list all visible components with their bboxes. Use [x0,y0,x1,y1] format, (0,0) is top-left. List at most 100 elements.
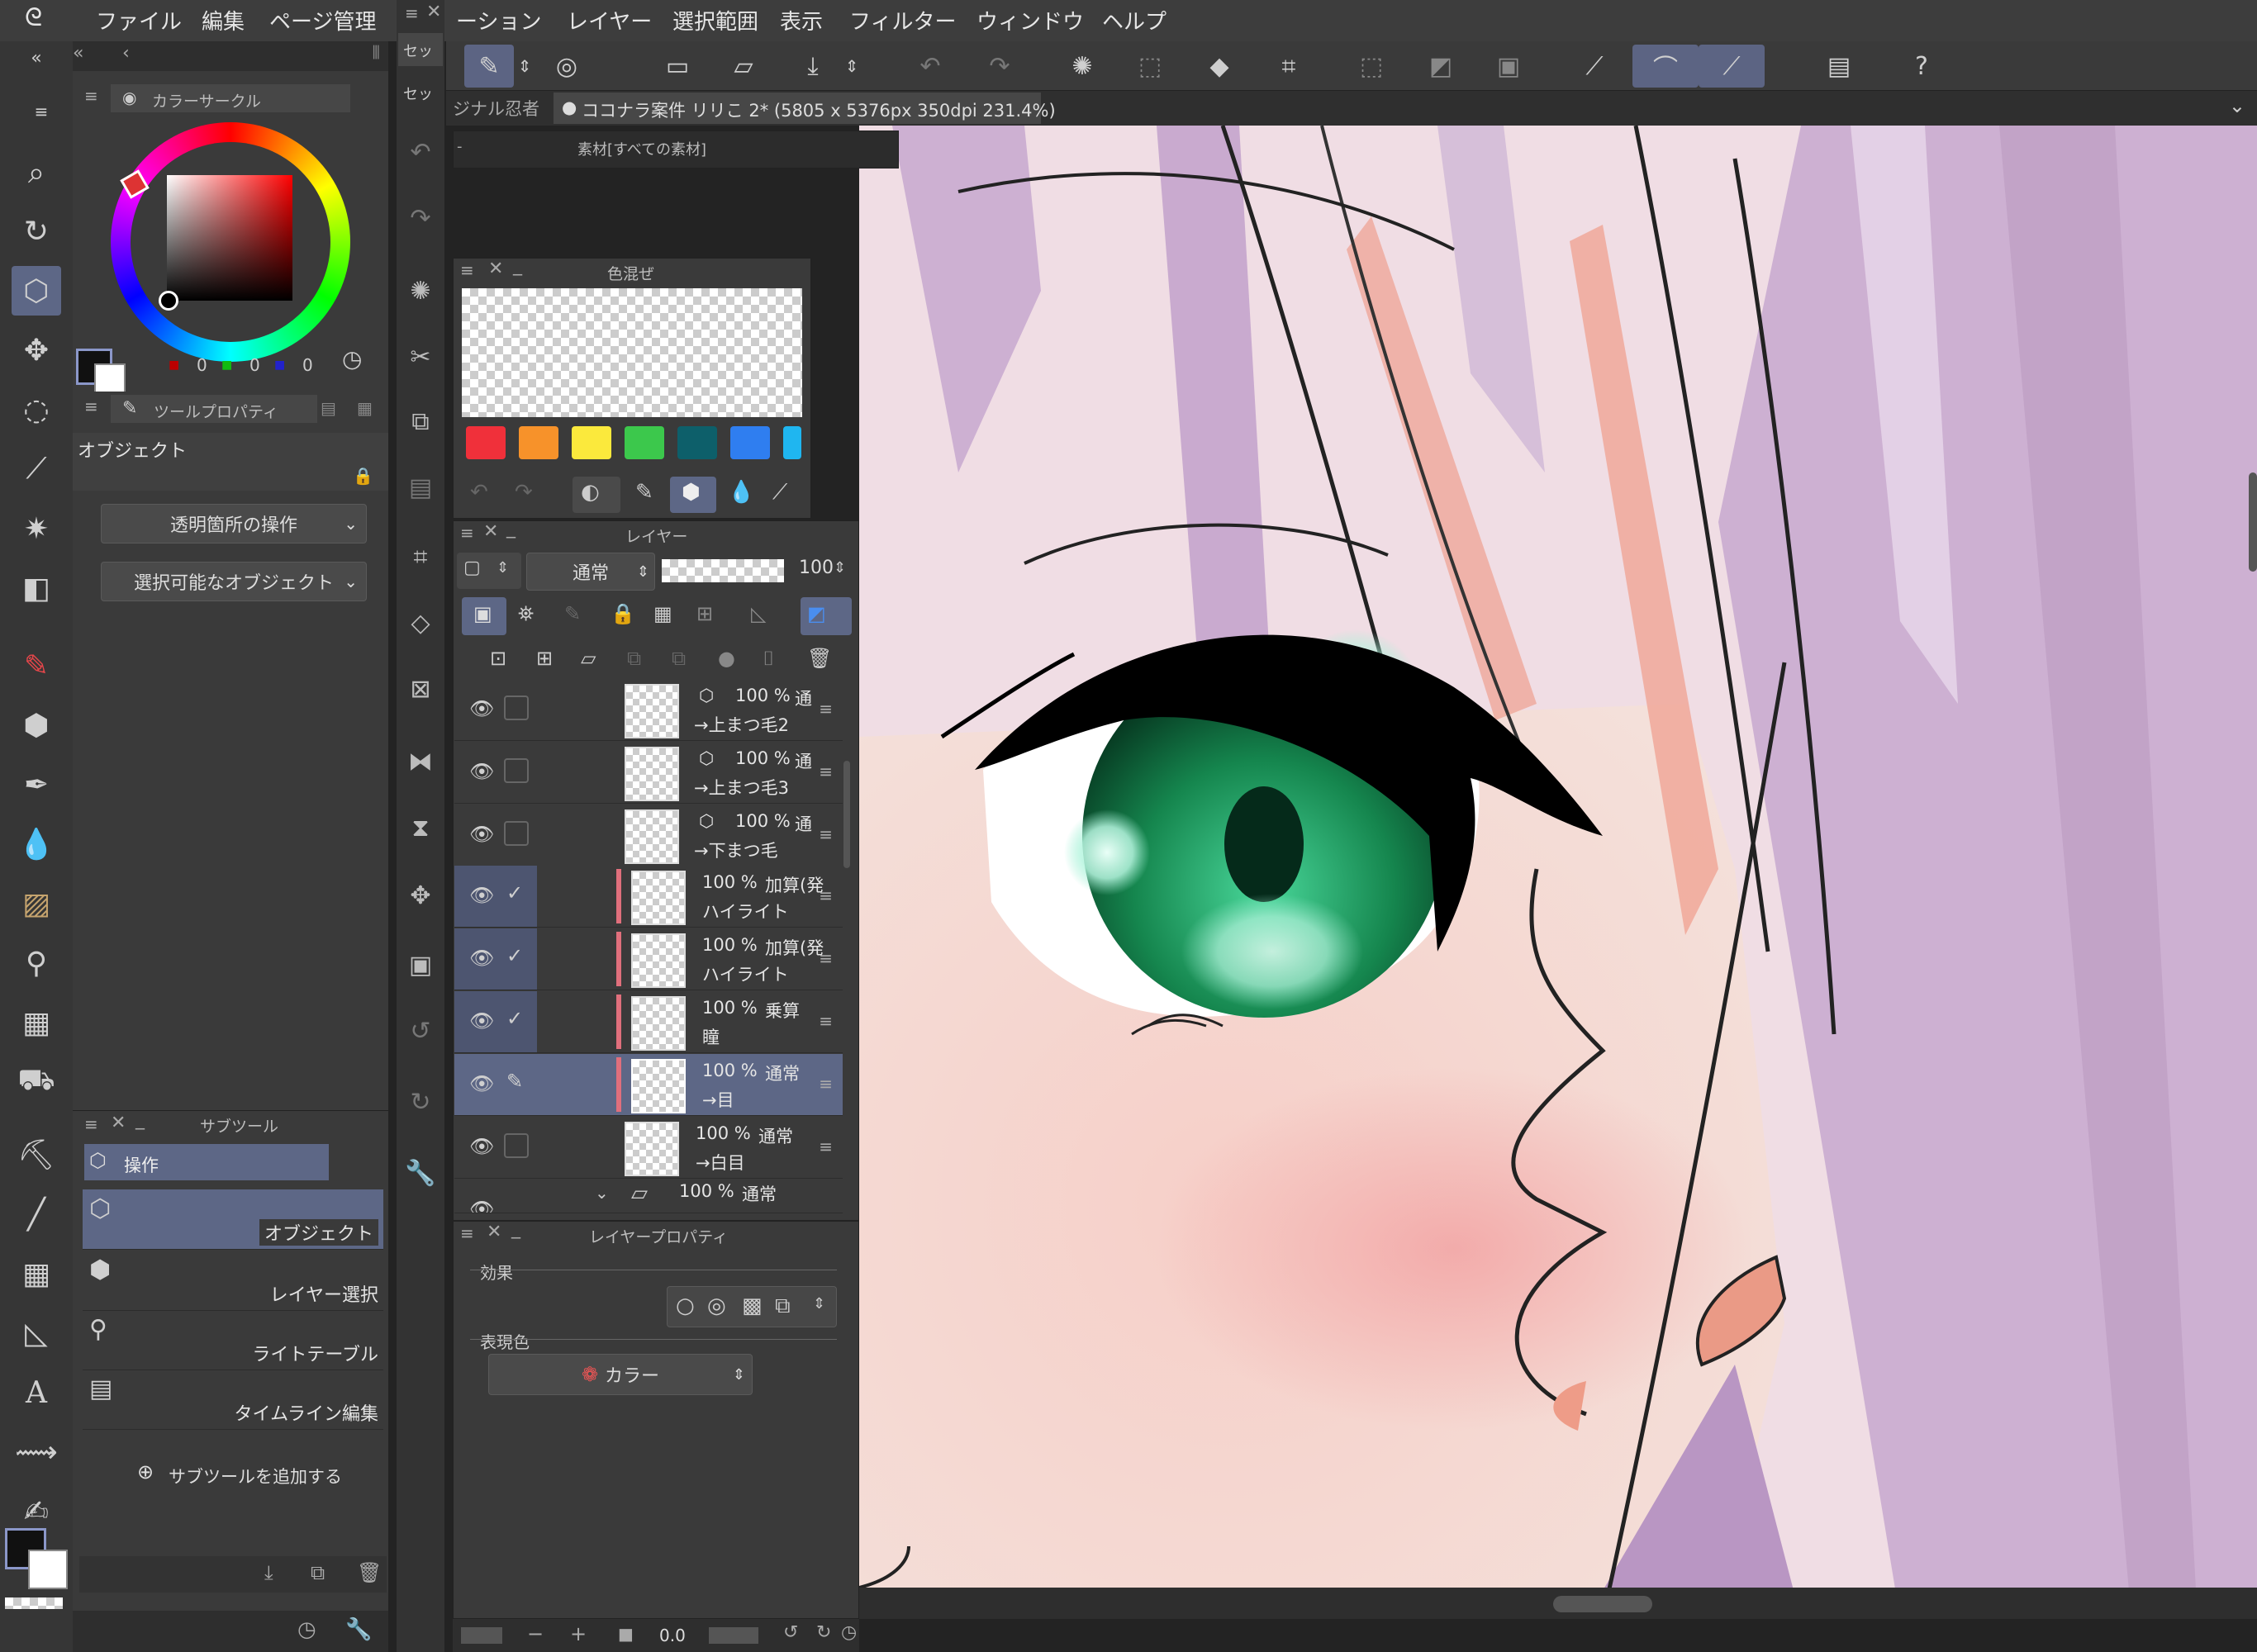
selectable-object-dropdown[interactable]: 選択可能なオブジェクト ⌄ [101,562,367,601]
stamp-icon[interactable]: ⛟ [12,1057,61,1107]
trash-icon[interactable]: 🗑 [357,1561,382,1584]
eyedropper-icon[interactable]: ⟋ [12,444,61,494]
mix-swatch-green[interactable] [625,426,664,459]
undo-icon[interactable]: ↶ [470,480,488,505]
redo-icon[interactable]: ↷ [400,195,441,241]
rotate-icon[interactable]: ↻ [12,206,61,256]
layer-folder-row[interactable]: 👁 ⌄ ▱ 100 % 通常 [454,1180,843,1213]
layer-menu-icon[interactable]: ≡ [819,1074,833,1094]
menu-help[interactable]: ヘルプ [1102,5,1167,36]
layer-row-selected[interactable]: 👁 ✓ 100 % 加算(発 ハイライト ≡ [454,866,843,928]
rotate-left-icon[interactable]: ↺ [783,1622,798,1643]
texture-brush-icon[interactable]: ▨ [12,879,61,928]
eye-icon[interactable]: 👁 [469,823,494,846]
mix-swatch-teal[interactable] [677,426,717,459]
mixing-canvas[interactable] [462,288,802,417]
blend-icon[interactable]: 💧 [12,819,61,869]
flip-horizontal-icon[interactable]: ⧓ [400,738,441,785]
save-icon[interactable]: ⤓ [788,45,838,88]
open-folder-icon[interactable]: ▱ [719,45,768,88]
mix-swatch-blue[interactable] [730,426,770,459]
settings-grid-icon[interactable]: ▦ [357,398,373,418]
gradient-icon[interactable]: ◧ [12,563,61,613]
transfer-icon[interactable]: ⧉ [627,647,641,670]
layer-menu-icon[interactable]: ≡ [819,1011,833,1031]
layer-checkbox[interactable] [504,821,529,846]
minimize-icon[interactable]: _ [135,1109,145,1130]
menu-filter[interactable]: フィルター [849,5,956,36]
close-icon[interactable]: ✕ [487,1222,501,1242]
chevron-down-icon[interactable]: ⌄ [2229,94,2245,117]
help-icon[interactable]: ? [1897,45,1946,88]
free-transform-icon[interactable]: ◇ [400,600,441,646]
reference-layer-button[interactable]: ▣ [462,597,506,635]
eraser-active-button[interactable]: ⬢ [670,477,716,513]
menu-view[interactable]: 表示 [780,5,823,36]
layer-menu-icon[interactable]: ≡ [819,885,833,905]
eye-icon[interactable]: 👁 [469,697,494,720]
chevron-updown-icon[interactable]: ⇕ [813,1295,825,1313]
layer-checkbox[interactable] [504,1133,529,1158]
rotate-right-icon[interactable]: ↻ [400,1079,441,1125]
subtool-item-object[interactable]: ⬡ オブジェクト [83,1189,383,1250]
blend-mode-dropdown[interactable]: 通常 ⇕ [526,553,655,591]
layer-menu-icon[interactable]: ≡ [819,1137,833,1156]
pen-icon[interactable]: ✎ [12,641,61,691]
collapse-left-icon[interactable]: « [73,43,83,64]
minimize-icon[interactable]: _ [511,1218,520,1239]
eye-icon[interactable]: 👁 [469,884,494,907]
horizontal-scrollbar[interactable] [1553,1596,1652,1612]
new-raster-layer-icon[interactable]: ⊡ [490,647,506,670]
tool-property-tab[interactable]: ✎ ツールプロパティ [111,395,317,423]
grip-icon[interactable]: ⦀ [372,43,380,64]
panel-menu-icon[interactable]: ≡ [84,1114,98,1134]
eye-icon[interactable]: 👁 [469,760,494,783]
mix-swatch-orange[interactable] [519,426,558,459]
zoom-in-icon[interactable]: + [570,1622,587,1645]
zoom-icon[interactable]: ⌕ [12,149,61,198]
check-icon[interactable]: ✓ [504,881,525,904]
layer-menu-icon[interactable]: ≡ [819,699,833,719]
object-tool-icon[interactable]: ⬡ [12,266,61,316]
snap-special-ruler-button[interactable]: ⌒ [1632,45,1699,88]
layer-row[interactable]: 👁 ⬡ 100 % 通 →上まつ毛3 ≡ [454,742,843,804]
layer-row[interactable]: 👁 ⬡ 100 % 通 →下まつ毛 ≡ [454,805,843,866]
border-selection-icon[interactable]: ▣ [1484,45,1533,88]
cut-icon[interactable]: ✂ [400,334,441,380]
rotation-slider[interactable] [709,1627,758,1644]
invert-selection-icon[interactable]: ◩ [1416,45,1466,88]
lasso-icon[interactable]: ◌ [12,385,61,434]
wrench-icon[interactable]: 🔧 [400,1150,441,1196]
rotation-angle[interactable]: 0.0 [659,1626,686,1645]
spiral-icon[interactable]: ◎ [542,45,592,88]
undo-icon[interactable]: ↶ [905,45,955,88]
strip-tab-2[interactable]: セッ [398,76,443,109]
layer-menu-icon[interactable]: ≡ [819,824,833,844]
move-layer-icon[interactable]: ✥ [400,872,441,919]
eye-icon[interactable]: 👁 [469,1072,494,1095]
screen-icon[interactable]: ▣ [400,942,441,988]
menu-edit[interactable]: 編集 [202,5,245,36]
copy-icon[interactable]: ⧉ [400,398,441,444]
duplicate-icon[interactable]: ⧉ [311,1561,325,1584]
layer-checkbox[interactable] [504,695,529,720]
doc-tab-active[interactable]: ● ココナラ案件 リリこ 2* (5805 x 5376px 350dpi 23… [554,93,1056,124]
brush-icon[interactable]: ✒ [12,760,61,809]
add-subtool-button[interactable]: ⊕ サブツールを追加する [132,1459,380,1488]
fit-icon[interactable]: ■ [618,1624,634,1644]
rotate-left-icon[interactable]: ↺ [400,1008,441,1054]
text-icon[interactable]: A [12,1368,61,1417]
color-circle-tab[interactable]: ◉ カラーサークル [111,84,350,112]
tone-effect-icon[interactable]: ▩ [742,1294,763,1318]
close-icon[interactable]: ✕ [483,521,498,542]
eye-icon[interactable]: 👁 [469,1198,494,1213]
layer-row-selected[interactable]: 👁 ✓ 100 % 乗算 瞳 ≡ [454,991,843,1053]
lock-alpha-icon[interactable]: ▦ [653,602,672,625]
mix-mode-button[interactable]: ◐ [573,477,620,513]
layer-scrollbar[interactable] [843,761,850,868]
select-area-icon[interactable]: ⬚ [1125,45,1175,88]
layer-color-button[interactable]: ▢ ⇕ [457,553,521,589]
layer-menu-icon[interactable]: ≡ [819,948,833,968]
app-logo-icon[interactable]: ᘓ [25,3,42,32]
eraser-icon[interactable]: ⬢ [12,700,61,750]
